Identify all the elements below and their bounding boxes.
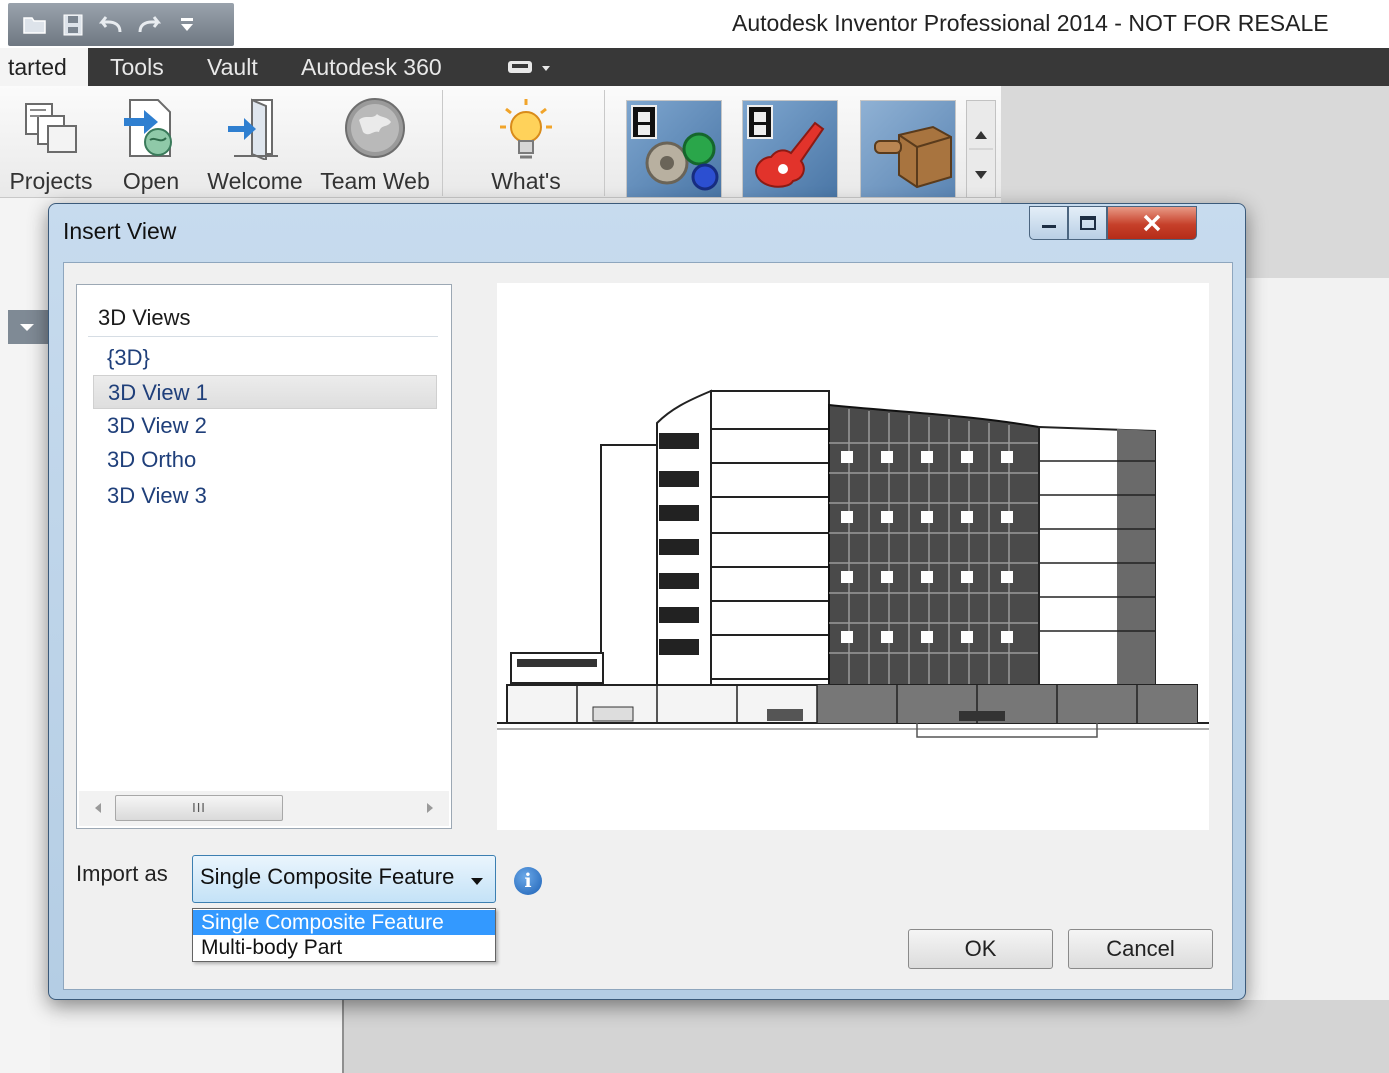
list-item-3d-view-2[interactable]: 3D View 2	[93, 409, 437, 443]
open-icon	[118, 94, 184, 162]
horizontal-scrollbar[interactable]: III	[79, 791, 449, 826]
tab-get-started[interactable]: tarted	[0, 48, 88, 86]
animation-badge-icon	[747, 105, 773, 139]
chevron-down-icon	[469, 874, 485, 892]
option-multi-body-part[interactable]: Multi-body Part	[193, 935, 495, 960]
undo-icon[interactable]	[94, 10, 128, 40]
tab-tools[interactable]: Tools	[110, 48, 164, 86]
view-preview	[497, 283, 1209, 830]
window-controls	[1029, 206, 1197, 240]
insert-view-dialog: Insert View 3D Views {3D} 3D View 1 3D V…	[48, 203, 1246, 1000]
open-folder-icon[interactable]	[18, 10, 52, 40]
minimize-button[interactable]	[1029, 206, 1068, 240]
building-3d-preview	[497, 389, 1209, 738]
globe-icon	[342, 94, 408, 162]
part-thumbnail[interactable]	[860, 100, 956, 198]
animation-badge-icon	[631, 105, 657, 139]
welcome-button[interactable]: Welcome	[204, 94, 306, 195]
team-web-button[interactable]: Team Web	[318, 94, 432, 195]
redo-icon[interactable]	[132, 10, 166, 40]
gallery-scrollbar[interactable]	[966, 100, 996, 198]
scroll-left-arrow-icon[interactable]	[87, 797, 109, 819]
projects-label: Projects	[9, 168, 93, 194]
ok-button[interactable]: OK	[908, 929, 1053, 969]
projects-button[interactable]: Projects	[8, 94, 94, 195]
customize-dropdown-icon[interactable]	[170, 10, 204, 40]
option-single-composite-feature[interactable]: Single Composite Feature	[193, 910, 495, 935]
panel-toggle-icon[interactable]	[506, 48, 552, 86]
close-icon	[1143, 214, 1161, 232]
browser-dropdown-button[interactable]	[8, 310, 50, 344]
graphics-area	[342, 1000, 1389, 1073]
guitar-thumbnail[interactable]	[742, 100, 838, 198]
whats-new-label: What's	[491, 168, 561, 194]
browser-panel-strip	[0, 198, 50, 1073]
ribbon-separator	[442, 90, 443, 196]
team-web-label: Team Web	[320, 168, 430, 194]
maximize-button[interactable]	[1068, 206, 1107, 240]
open-label: Open	[122, 168, 180, 194]
tab-vault[interactable]: Vault	[207, 48, 258, 86]
import-as-value: Single Composite Feature	[200, 864, 455, 889]
open-button[interactable]: Open	[118, 94, 184, 195]
list-item-3d-view-3[interactable]: 3D View 3	[93, 479, 437, 513]
gear-assembly-thumbnail[interactable]	[626, 100, 722, 198]
dialog-body: 3D Views {3D} 3D View 1 3D View 2 3D Ort…	[63, 262, 1233, 990]
tree-group-header: 3D Views	[88, 299, 438, 337]
welcome-icon	[222, 94, 288, 162]
import-as-dropdown-list: Single Composite Feature Multi-body Part	[192, 908, 496, 962]
list-item-3d[interactable]: {3D}	[93, 341, 437, 375]
cancel-button[interactable]: Cancel	[1068, 929, 1213, 969]
import-as-select[interactable]: Single Composite Feature	[192, 855, 496, 903]
list-item-3d-view-1[interactable]: 3D View 1	[93, 375, 437, 409]
quick-access-toolbar	[8, 3, 234, 46]
dialog-title: Insert View	[63, 218, 177, 244]
lightbulb-icon	[493, 94, 559, 162]
ribbon-panel: Projects Open Welcome Team Web What's	[0, 86, 1001, 198]
whats-new-button[interactable]: What's	[486, 94, 566, 195]
list-item-3d-ortho[interactable]: 3D Ortho	[93, 443, 437, 477]
save-icon[interactable]	[56, 10, 90, 40]
projects-icon	[18, 94, 84, 162]
scroll-thumb[interactable]: III	[115, 795, 283, 821]
scroll-right-arrow-icon[interactable]	[419, 797, 441, 819]
app-title: Autodesk Inventor Professional 2014 - NO…	[732, 10, 1329, 36]
ribbon-separator	[604, 90, 605, 196]
views-tree-list[interactable]: 3D Views {3D} 3D View 1 3D View 2 3D Ort…	[76, 284, 452, 829]
import-as-label: Import as	[76, 861, 168, 886]
tab-autodesk-360[interactable]: Autodesk 360	[301, 48, 442, 86]
info-icon[interactable]: i	[514, 867, 542, 895]
welcome-label: Welcome	[207, 168, 303, 194]
close-button[interactable]	[1107, 206, 1197, 240]
app-titlebar: Autodesk Inventor Professional 2014 - NO…	[0, 0, 1389, 48]
ribbon-tab-bar: tarted Tools Vault Autodesk 360	[0, 48, 1389, 86]
